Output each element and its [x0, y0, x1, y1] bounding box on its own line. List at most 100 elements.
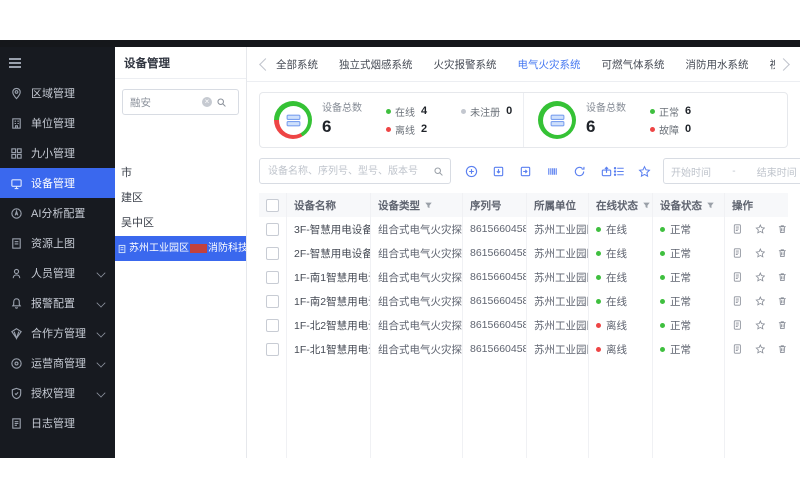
sidebar-item-unit[interactable]: 单位管理 — [0, 108, 115, 138]
import-icon[interactable] — [492, 165, 505, 178]
sidebar-item-region[interactable]: 区域管理 — [0, 78, 115, 108]
tree-node-district-2[interactable]: 吴中区 — [115, 211, 246, 236]
barcode-scan-icon[interactable] — [546, 165, 559, 178]
legend-label: 未注册 — [470, 104, 500, 119]
tab-fire-alarm[interactable]: 火灾报警系统 — [434, 48, 497, 81]
favorite-star-icon[interactable] — [755, 343, 766, 355]
cell-device-type: 组合式电气火灾探... — [371, 265, 463, 289]
transfer-icon[interactable] — [600, 165, 613, 178]
detail-doc-icon[interactable] — [732, 247, 743, 259]
sidebar-item-label: 日志管理 — [31, 415, 75, 431]
grid-icon — [10, 147, 23, 160]
detail-doc-icon[interactable] — [732, 319, 743, 331]
add-device-icon[interactable] — [465, 165, 478, 178]
table-row: 2F-智慧用电设备 组合式电气火灾探... 861566045807... 苏州… — [259, 241, 788, 265]
tree-node-city[interactable]: 市 — [115, 161, 246, 186]
tabs-scroll-left-icon[interactable] — [259, 58, 272, 71]
sidebar-item-jiuxiao[interactable]: 九小管理 — [0, 138, 115, 168]
cell-device-status: 正常 — [653, 217, 725, 241]
delete-trash-icon[interactable] — [777, 223, 788, 235]
sidebar-item-label: 设备管理 — [31, 175, 75, 191]
row-checkbox[interactable] — [266, 247, 279, 260]
detail-doc-icon[interactable] — [732, 223, 743, 235]
cell-device-status: 正常 — [653, 241, 725, 265]
delete-trash-icon[interactable] — [777, 343, 788, 355]
legend-label: 在线 — [395, 104, 415, 119]
star-icon[interactable] — [638, 165, 651, 178]
clear-icon[interactable]: × — [202, 97, 212, 107]
map-pin-icon — [10, 87, 23, 100]
row-checkbox[interactable] — [266, 343, 279, 356]
row-checkbox[interactable] — [266, 271, 279, 284]
sidebar-item-alarm-config[interactable]: 报警配置 — [0, 288, 115, 318]
shield-icon — [10, 387, 23, 400]
tree-search-input[interactable] — [128, 95, 202, 109]
favorite-star-icon[interactable] — [755, 223, 766, 235]
sidebar-item-personnel[interactable]: 人员管理 — [0, 258, 115, 288]
cell-device-type: 组合式电气火灾探... — [371, 241, 463, 265]
sidebar-item-label: 单位管理 — [31, 115, 75, 131]
cell-serial: 861566045807... — [463, 241, 527, 265]
row-checkbox[interactable] — [266, 223, 279, 236]
sidebar-item-partner[interactable]: 合作方管理 — [0, 318, 115, 348]
cell-serial: 861566045808... — [463, 265, 527, 289]
tab-all-systems[interactable]: 全部系统 — [276, 48, 318, 81]
cell-unit: 苏州工业园区... — [527, 337, 589, 361]
detail-doc-icon[interactable] — [732, 295, 743, 307]
legend-value: 0 — [685, 123, 691, 135]
sidebar-item-label: 授权管理 — [31, 385, 75, 401]
favorite-star-icon[interactable] — [755, 247, 766, 259]
filter-icon[interactable] — [642, 201, 651, 210]
sidebar-item-resource-map[interactable]: 资源上图 — [0, 228, 115, 258]
detail-doc-icon[interactable] — [732, 271, 743, 283]
filter-icon[interactable] — [424, 201, 433, 210]
tab-combustible-gas[interactable]: 可燃气体系统 — [602, 48, 665, 81]
table-row: 1F-北2智慧用电设备 组合式电气火灾探... 861566045808... … — [259, 313, 788, 337]
list-view-icon[interactable] — [613, 165, 626, 178]
favorite-star-icon[interactable] — [755, 319, 766, 331]
favorite-star-icon[interactable] — [755, 295, 766, 307]
delete-trash-icon[interactable] — [777, 295, 788, 307]
row-checkbox[interactable] — [266, 319, 279, 332]
sidebar-item-label: AI分析配置 — [31, 205, 85, 221]
chevron-down-icon — [96, 359, 105, 368]
favorite-star-icon[interactable] — [755, 271, 766, 283]
tab-video-monitor[interactable]: 视频监控系统 — [770, 48, 776, 81]
select-all-checkbox[interactable] — [266, 199, 279, 212]
tab-electrical-fire[interactable]: 电气火灾系统 — [518, 48, 581, 81]
sidebar-item-ai-config[interactable]: AI分析配置 — [0, 198, 115, 228]
detail-doc-icon[interactable] — [732, 343, 743, 355]
sidebar-item-authorization[interactable]: 授权管理 — [0, 378, 115, 408]
filter-icon[interactable] — [706, 201, 715, 210]
date-start-placeholder[interactable]: 开始时间 — [671, 164, 711, 179]
device-search-input[interactable] — [266, 165, 433, 178]
menu-collapse-icon[interactable] — [0, 47, 115, 78]
delete-trash-icon[interactable] — [777, 319, 788, 331]
sidebar-item-label: 人员管理 — [31, 265, 75, 281]
tree-node-district-1[interactable]: 建区 — [115, 186, 246, 211]
cell-device-status: 正常 — [653, 265, 725, 289]
health-ring-chart — [538, 101, 576, 139]
sidebar-item-log[interactable]: 日志管理 — [0, 408, 115, 438]
cell-device-name: 1F-南2智慧用电设备 — [287, 289, 371, 313]
row-checkbox[interactable] — [266, 295, 279, 308]
export-icon[interactable] — [519, 165, 532, 178]
sync-icon[interactable] — [573, 165, 586, 178]
tabs-scroll-right-icon[interactable] — [777, 58, 790, 71]
delete-trash-icon[interactable] — [777, 247, 788, 259]
sidebar-item-operator[interactable]: 运营商管理 — [0, 348, 115, 378]
search-icon[interactable] — [433, 166, 444, 177]
tab-fire-water[interactable]: 消防用水系统 — [686, 48, 749, 81]
tab-standalone-smoke[interactable]: 独立式烟感系统 — [339, 48, 413, 81]
date-range-picker[interactable]: 开始时间 - 结束时间 — [663, 158, 800, 184]
date-end-placeholder[interactable]: 结束时间 — [757, 164, 797, 179]
cell-operations — [725, 313, 788, 337]
search-icon[interactable] — [216, 97, 227, 108]
sidebar-item-device[interactable]: 设备管理 — [0, 168, 115, 198]
tree-node-company-selected[interactable]: 苏州工业园区消防科技有限公司 — [115, 236, 246, 261]
device-tree-panel: 设备管理 × 市 建区 吴中区 苏州工业园区消防科技有限公司 — [115, 47, 247, 458]
delete-trash-icon[interactable] — [777, 271, 788, 283]
cell-online-status: 离线 — [589, 313, 653, 337]
cell-online-status: 离线 — [589, 337, 653, 361]
legend-value: 2 — [421, 123, 427, 135]
